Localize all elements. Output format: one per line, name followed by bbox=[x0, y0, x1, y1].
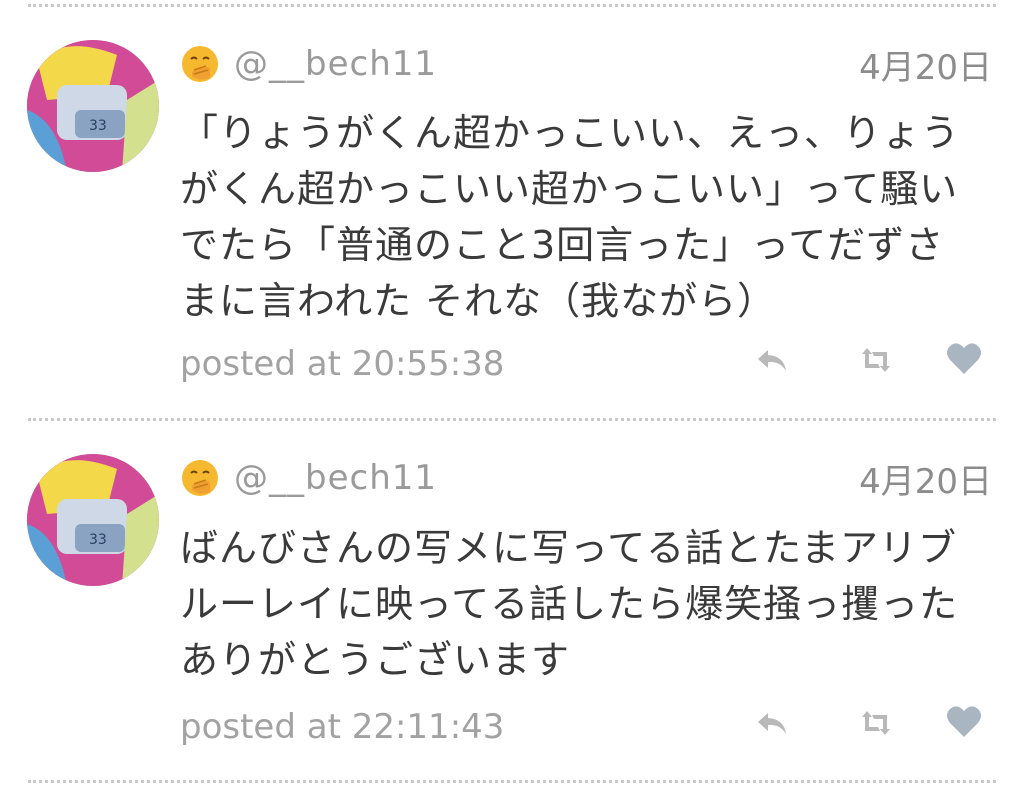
tweet-text: ばんびさんの写メに写ってる話とたまアリブ ルーレイに映ってる話したら爆笑掻っ攫っ… bbox=[180, 526, 959, 682]
tweet-date: 4月20日 bbox=[859, 48, 992, 88]
svg-text:33: 33 bbox=[89, 118, 107, 134]
tweet-date: 4月20日 bbox=[859, 462, 992, 502]
like-heart-icon[interactable] bbox=[944, 701, 984, 741]
username[interactable]: @__bech11 bbox=[234, 458, 437, 498]
face-with-hand-over-mouth-icon bbox=[180, 44, 220, 84]
username[interactable]: @__bech11 bbox=[234, 44, 437, 84]
posted-time: posted at 20:55:38 bbox=[180, 344, 505, 384]
avatar[interactable]: 33 bbox=[27, 454, 159, 586]
face-with-hand-over-mouth-icon bbox=[180, 458, 220, 498]
retweet-icon[interactable] bbox=[856, 340, 896, 380]
retweet-icon[interactable] bbox=[856, 703, 896, 743]
divider-middle bbox=[28, 418, 996, 421]
like-heart-icon[interactable] bbox=[944, 338, 984, 378]
tweet-text: 「りょうがくん超かっこいい、えっ、りょう がくん超かっこいい超かっこいい」って騒… bbox=[180, 111, 961, 323]
posted-time: posted at 22:11:43 bbox=[180, 707, 505, 747]
divider-top bbox=[28, 4, 996, 7]
reply-icon[interactable] bbox=[752, 703, 792, 743]
svg-text:33: 33 bbox=[89, 532, 107, 548]
reply-icon[interactable] bbox=[752, 340, 792, 380]
avatar[interactable]: 33 bbox=[27, 40, 159, 172]
divider-bottom bbox=[28, 780, 996, 783]
